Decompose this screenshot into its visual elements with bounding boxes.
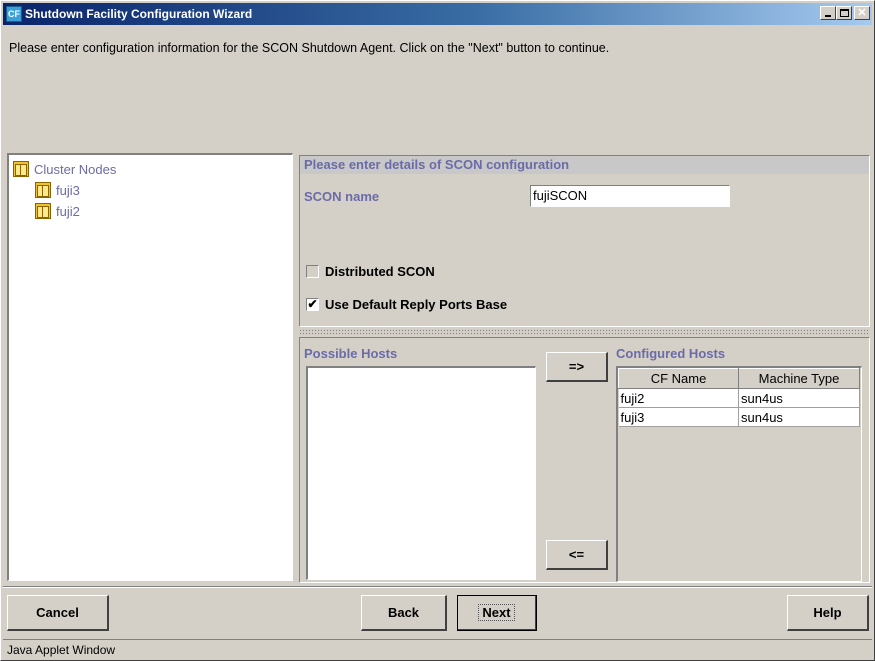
distributed-scon-label: Distributed SCON — [325, 264, 435, 279]
checkbox-box[interactable] — [306, 265, 319, 278]
tree-item-label: fuji3 — [56, 182, 80, 198]
next-button[interactable]: Next — [457, 595, 537, 631]
maximize-icon — [840, 9, 849, 17]
checkbox-checked-icon[interactable]: ✔ — [306, 298, 319, 311]
add-host-button[interactable]: => — [546, 352, 608, 382]
cluster-nodes-tree[interactable]: Cluster Nodes fuji3 fuji2 — [7, 153, 293, 581]
tree-root-cluster-nodes[interactable]: Cluster Nodes — [13, 161, 116, 177]
table-row[interactable]: fuji2 sun4us — [618, 388, 860, 408]
back-button-label: Back — [387, 605, 420, 620]
tree-item-fuji3[interactable]: fuji3 — [35, 182, 80, 198]
close-button[interactable]: ✕ — [854, 6, 870, 20]
scon-name-input[interactable]: fujiSCON — [530, 185, 730, 207]
tree-item-fuji2[interactable]: fuji2 — [35, 203, 80, 219]
button-bar-separator — [3, 586, 872, 588]
remove-host-button[interactable]: <= — [546, 540, 608, 570]
configured-hosts-label: Configured Hosts — [616, 346, 726, 361]
minimize-button[interactable] — [820, 6, 836, 20]
cluster-node-icon — [13, 161, 29, 177]
tree-root-label: Cluster Nodes — [34, 161, 117, 177]
node-icon — [35, 182, 51, 198]
node-icon — [35, 203, 51, 219]
default-reply-ports-checkbox[interactable]: ✔ Use Default Reply Ports Base — [306, 297, 507, 312]
next-button-label: Next — [478, 604, 515, 621]
add-host-button-label: => — [568, 359, 585, 374]
remove-host-button-label: <= — [568, 547, 585, 562]
column-header-cf-name[interactable]: CF Name — [618, 368, 739, 389]
wizard-window: CF Shutdown Facility Configuration Wizar… — [0, 0, 875, 661]
scon-name-label: SCON name — [304, 189, 380, 204]
instructions-text: Please enter configuration information f… — [9, 41, 610, 55]
machine-type-cell[interactable]: sun4us — [738, 388, 860, 408]
split-pane-divider[interactable] — [299, 329, 870, 335]
java-app-icon: CF — [6, 6, 22, 22]
possible-hosts-list[interactable] — [306, 366, 536, 580]
scon-config-header: Please enter details of SCON configurati… — [300, 156, 869, 174]
default-reply-ports-label: Use Default Reply Ports Base — [325, 297, 508, 312]
machine-type-cell[interactable]: sun4us — [738, 407, 860, 427]
distributed-scon-checkbox[interactable]: Distributed SCON — [306, 264, 435, 279]
scon-config-panel: Please enter details of SCON configurati… — [299, 155, 870, 327]
help-button[interactable]: Help — [787, 595, 869, 631]
maximize-button[interactable] — [836, 6, 852, 20]
configured-hosts-table[interactable]: CF Name Machine Type fuji2 sun4us fuji3 … — [616, 366, 862, 582]
instructions-area: Please enter configuration information f… — [3, 35, 872, 151]
cancel-button[interactable]: Cancel — [7, 595, 109, 631]
cf-name-cell[interactable]: fuji2 — [618, 388, 739, 408]
close-icon: ✕ — [857, 7, 867, 19]
back-button[interactable]: Back — [361, 595, 447, 631]
hosts-table: CF Name Machine Type fuji2 sun4us fuji3 … — [618, 368, 860, 427]
hosts-panel: Possible Hosts => <= Configured Hosts CF… — [299, 337, 870, 583]
window-title: Shutdown Facility Configuration Wizard — [25, 7, 253, 21]
column-header-machine-type[interactable]: Machine Type — [738, 368, 860, 389]
table-row[interactable]: fuji3 sun4us — [618, 407, 860, 427]
tree-item-label: fuji2 — [56, 203, 80, 219]
cancel-button-label: Cancel — [36, 605, 79, 620]
status-bar: Java Applet Window — [3, 639, 872, 660]
window-controls: ✕ — [820, 6, 870, 22]
help-button-label: Help — [813, 605, 842, 620]
possible-hosts-label: Possible Hosts — [304, 346, 398, 361]
minimize-icon — [825, 15, 831, 17]
title-bar[interactable]: CF Shutdown Facility Configuration Wizar… — [3, 3, 872, 25]
cf-name-cell[interactable]: fuji3 — [618, 407, 739, 427]
